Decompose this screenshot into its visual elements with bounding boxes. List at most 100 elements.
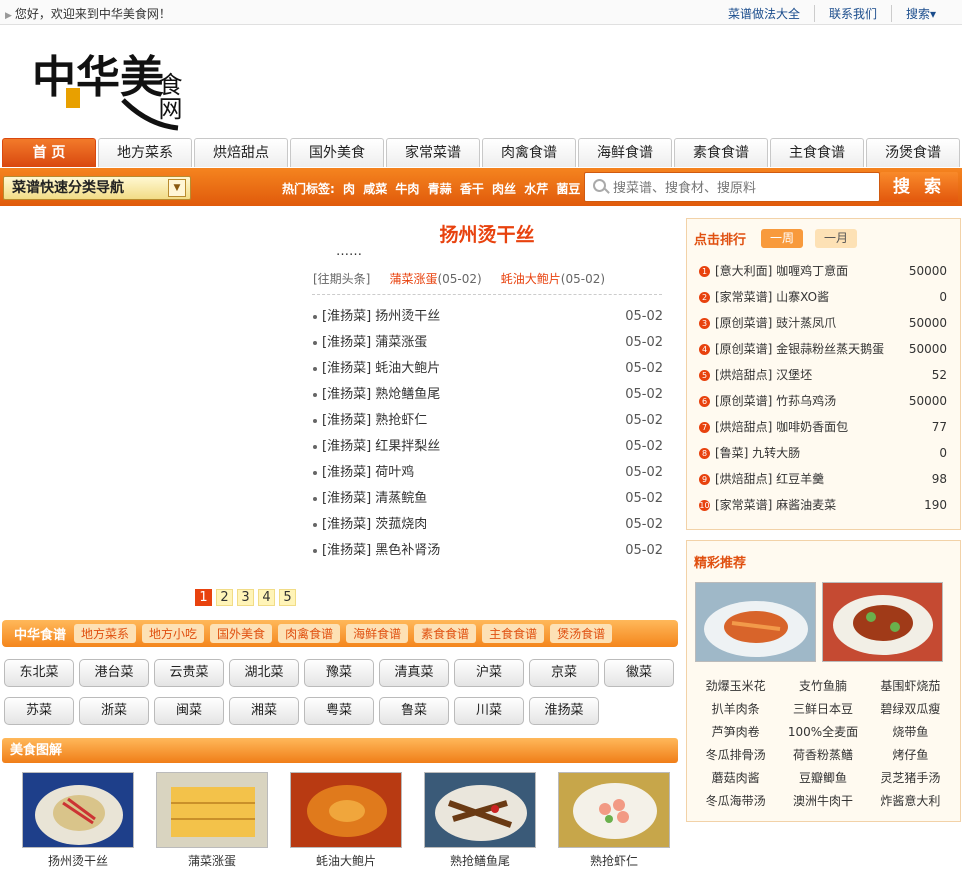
food-photo[interactable] <box>822 582 943 662</box>
region-button[interactable]: 闽菜 <box>154 697 224 725</box>
category-tab[interactable]: 国外美食 <box>210 624 273 643</box>
gallery-item[interactable]: 熟抢鳝鱼尾 <box>424 772 536 869</box>
region-button[interactable]: 粤菜 <box>304 697 374 725</box>
recommend-link[interactable]: 扒羊肉条 <box>692 700 779 718</box>
list-item[interactable]: [淮扬菜] 熟抢虾仁 05-02 <box>313 411 663 437</box>
region-button[interactable]: 豫菜 <box>304 659 374 687</box>
region-button[interactable]: 徽菜 <box>604 659 674 687</box>
page-button-current[interactable]: 1 <box>195 589 212 606</box>
region-button[interactable]: 京菜 <box>529 659 599 687</box>
gallery-item[interactable]: 熟抢虾仁 <box>558 772 670 869</box>
recommend-link[interactable]: 豆瓣鲫鱼 <box>779 769 866 787</box>
recommend-link[interactable]: 荷香粉蒸鳝 <box>779 746 866 764</box>
gallery-caption[interactable]: 蒲菜涨蛋 <box>188 854 236 868</box>
rank-tab-month[interactable]: 一月 <box>815 229 857 248</box>
recommend-link[interactable]: 三鲜日本豆 <box>779 700 866 718</box>
page-button[interactable]: 3 <box>237 589 254 606</box>
food-photo[interactable] <box>290 772 402 848</box>
recommend-link[interactable]: 芦笋肉卷 <box>692 723 779 741</box>
rank-item[interactable]: 1 [意大利面] 咖喱鸡丁意面 50000 <box>699 262 947 288</box>
region-button[interactable]: 清真菜 <box>379 659 449 687</box>
category-tab[interactable]: 肉禽食谱 <box>278 624 341 643</box>
headline-title[interactable]: 扬州烫干丝 <box>310 220 664 247</box>
rank-tab-week[interactable]: 一周 <box>761 229 803 248</box>
rank-item[interactable]: 7 [烘焙甜点] 咖啡奶香面包 77 <box>699 418 947 444</box>
recommend-link[interactable]: 灵芝猪手汤 <box>867 769 954 787</box>
food-photo[interactable] <box>695 582 816 662</box>
hot-tag[interactable]: 肉 <box>343 182 355 196</box>
category-tab[interactable]: 煲汤食谱 <box>550 624 613 643</box>
page-button[interactable]: 4 <box>258 589 275 606</box>
past-headline-link[interactable]: 蚝油大鲍片 <box>501 272 561 286</box>
recommend-link[interactable]: 支竹鱼腩 <box>779 677 866 695</box>
recommend-link[interactable]: 蘑菇肉酱 <box>692 769 779 787</box>
region-button[interactable]: 云贵菜 <box>154 659 224 687</box>
category-tab[interactable]: 主食食谱 <box>482 624 545 643</box>
search-input[interactable] <box>613 178 873 198</box>
list-item[interactable]: [淮扬菜] 茨菰烧肉 05-02 <box>313 515 663 541</box>
rank-item[interactable]: 10 [家常菜谱] 麻酱油麦菜 190 <box>699 496 947 522</box>
nav-tab-meat[interactable]: 肉禽食谱 <box>482 138 576 167</box>
nav-tab-baking[interactable]: 烘焙甜点 <box>194 138 288 167</box>
rank-item[interactable]: 2 [家常菜谱] 山寨XO酱 0 <box>699 288 947 314</box>
hot-tag[interactable]: 肉丝 <box>492 182 516 196</box>
nav-tab-foreign[interactable]: 国外美食 <box>290 138 384 167</box>
recommend-link[interactable]: 澳洲牛肉干 <box>779 792 866 810</box>
rank-item[interactable]: 6 [原创菜谱] 竹荪乌鸡汤 50000 <box>699 392 947 418</box>
recommend-link[interactable]: 烤仔鱼 <box>867 746 954 764</box>
nav-tab-home[interactable]: 首 页 <box>2 138 96 167</box>
category-tab[interactable]: 海鲜食谱 <box>346 624 409 643</box>
nav-tab-homestyle[interactable]: 家常菜谱 <box>386 138 480 167</box>
gallery-caption[interactable]: 扬州烫干丝 <box>48 854 108 868</box>
region-button[interactable]: 浙菜 <box>79 697 149 725</box>
gallery-item[interactable]: 蚝油大鲍片 <box>290 772 402 869</box>
rank-item[interactable]: 9 [烘焙甜点] 红豆羊羹 98 <box>699 470 947 496</box>
recommend-link[interactable]: 100%全麦面 <box>779 723 866 741</box>
search-menu-link[interactable]: 搜索▾ <box>890 5 950 22</box>
region-button[interactable]: 湖北菜 <box>229 659 299 687</box>
recommend-link[interactable]: 冬瓜海带汤 <box>692 792 779 810</box>
recommend-link[interactable]: 炸酱意大利 <box>867 792 954 810</box>
site-logo[interactable]: 中华美 食网 <box>28 30 208 132</box>
food-photo[interactable] <box>22 772 134 848</box>
rank-item[interactable]: 4 [原创菜谱] 金银蒜粉丝蒸天鹅蛋 50000 <box>699 340 947 366</box>
category-tab[interactable]: 地方小吃 <box>142 624 205 643</box>
region-button[interactable]: 港台菜 <box>79 659 149 687</box>
hot-tag[interactable]: 牛肉 <box>395 182 419 196</box>
list-item[interactable]: [淮扬菜] 红果拌梨丝 05-02 <box>313 437 663 463</box>
gallery-item[interactable]: 扬州烫干丝 <box>22 772 134 869</box>
list-item[interactable]: [淮扬菜] 黑色补肾汤 05-02 <box>313 541 663 567</box>
past-headline-link[interactable]: 蒲菜涨蛋 <box>389 272 437 286</box>
region-button[interactable]: 川菜 <box>454 697 524 725</box>
food-photo[interactable] <box>424 772 536 848</box>
hot-tag[interactable]: 水芹 <box>524 182 548 196</box>
recommend-link[interactable]: 烧带鱼 <box>867 723 954 741</box>
list-item[interactable]: [淮扬菜] 熟炝鳝鱼尾 05-02 <box>313 385 663 411</box>
region-button[interactable]: 沪菜 <box>454 659 524 687</box>
gallery-caption[interactable]: 蚝油大鲍片 <box>316 854 376 868</box>
list-item[interactable]: [淮扬菜] 荷叶鸡 05-02 <box>313 463 663 489</box>
recommend-link[interactable]: 冬瓜排骨汤 <box>692 746 779 764</box>
rank-item[interactable]: 3 [原创菜谱] 豉汁蒸凤爪 50000 <box>699 314 947 340</box>
list-item[interactable]: [淮扬菜] 蒲菜涨蛋 05-02 <box>313 333 663 359</box>
page-button[interactable]: 2 <box>216 589 233 606</box>
category-tab[interactable]: 素食食谱 <box>414 624 477 643</box>
rank-item[interactable]: 8 [鲁菜] 九转大肠 0 <box>699 444 947 470</box>
search-button[interactable]: 搜 索 <box>880 172 958 202</box>
list-item[interactable]: [淮扬菜] 蚝油大鲍片 05-02 <box>313 359 663 385</box>
region-button[interactable]: 鲁菜 <box>379 697 449 725</box>
list-item[interactable]: [淮扬菜] 清蒸鲩鱼 05-02 <box>313 489 663 515</box>
recommend-link[interactable]: 基围虾烧茄 <box>867 677 954 695</box>
nav-tab-seafood[interactable]: 海鲜食谱 <box>578 138 672 167</box>
gallery-caption[interactable]: 熟抢鳝鱼尾 <box>450 854 510 868</box>
region-button[interactable]: 淮扬菜 <box>529 697 599 725</box>
recipe-list-link[interactable]: 菜谱做法大全 <box>714 5 814 22</box>
hot-tag[interactable]: 咸菜 <box>363 182 387 196</box>
gallery-item[interactable]: 蒲菜涨蛋 <box>156 772 268 869</box>
nav-tab-soup[interactable]: 汤煲食谱 <box>866 138 960 167</box>
recommend-link[interactable]: 劲爆玉米花 <box>692 677 779 695</box>
region-button[interactable]: 苏菜 <box>4 697 74 725</box>
hot-tag[interactable]: 菌豆 <box>556 182 580 196</box>
food-photo[interactable] <box>156 772 268 848</box>
list-item[interactable]: [淮扬菜] 扬州烫干丝 05-02 <box>313 307 663 333</box>
